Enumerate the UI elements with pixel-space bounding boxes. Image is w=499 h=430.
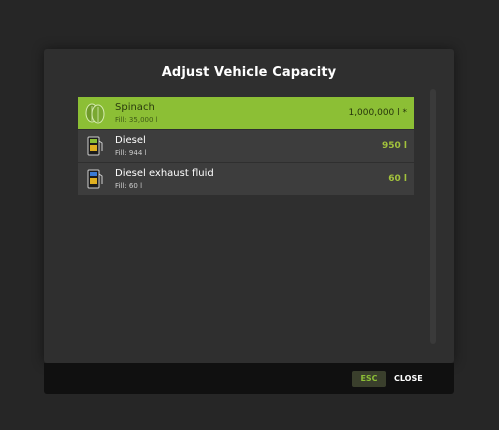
item-fill: Fill: 944 l: [115, 149, 147, 157]
def-pump-icon: [83, 167, 107, 191]
item-capacity: 60 l: [388, 174, 407, 184]
scrollbar[interactable]: [430, 89, 436, 344]
capacity-list: Spinach Fill: 35,000 l 1,000,000 l * Die…: [78, 97, 414, 196]
item-name: Diesel exhaust fluid: [115, 168, 214, 179]
item-capacity: 950 l: [381, 141, 407, 151]
item-fill: Fill: 35,000 l: [115, 116, 158, 124]
item-name: Diesel: [115, 135, 146, 146]
item-name: Spinach: [115, 102, 155, 113]
list-item-spinach[interactable]: Spinach Fill: 35,000 l 1,000,000 l *: [78, 97, 414, 129]
dialog-footer: ESC CLOSE: [44, 363, 454, 394]
adjust-capacity-dialog: Adjust Vehicle Capacity Spinach Fill: 35…: [44, 49, 454, 363]
dialog-title: Adjust Vehicle Capacity: [161, 65, 337, 80]
esc-key-hint[interactable]: ESC: [352, 371, 386, 387]
item-fill: Fill: 60 l: [115, 182, 143, 190]
fuel-pump-icon: [83, 134, 107, 158]
list-item-diesel[interactable]: Diesel Fill: 944 l 950 l: [78, 130, 414, 162]
list-item-diesel-exhaust-fluid[interactable]: Diesel exhaust fluid Fill: 60 l 60 l: [78, 163, 414, 195]
item-capacity: 1,000,000 l *: [348, 108, 407, 118]
close-button[interactable]: CLOSE: [394, 371, 423, 387]
leaf-icon: [83, 101, 107, 125]
